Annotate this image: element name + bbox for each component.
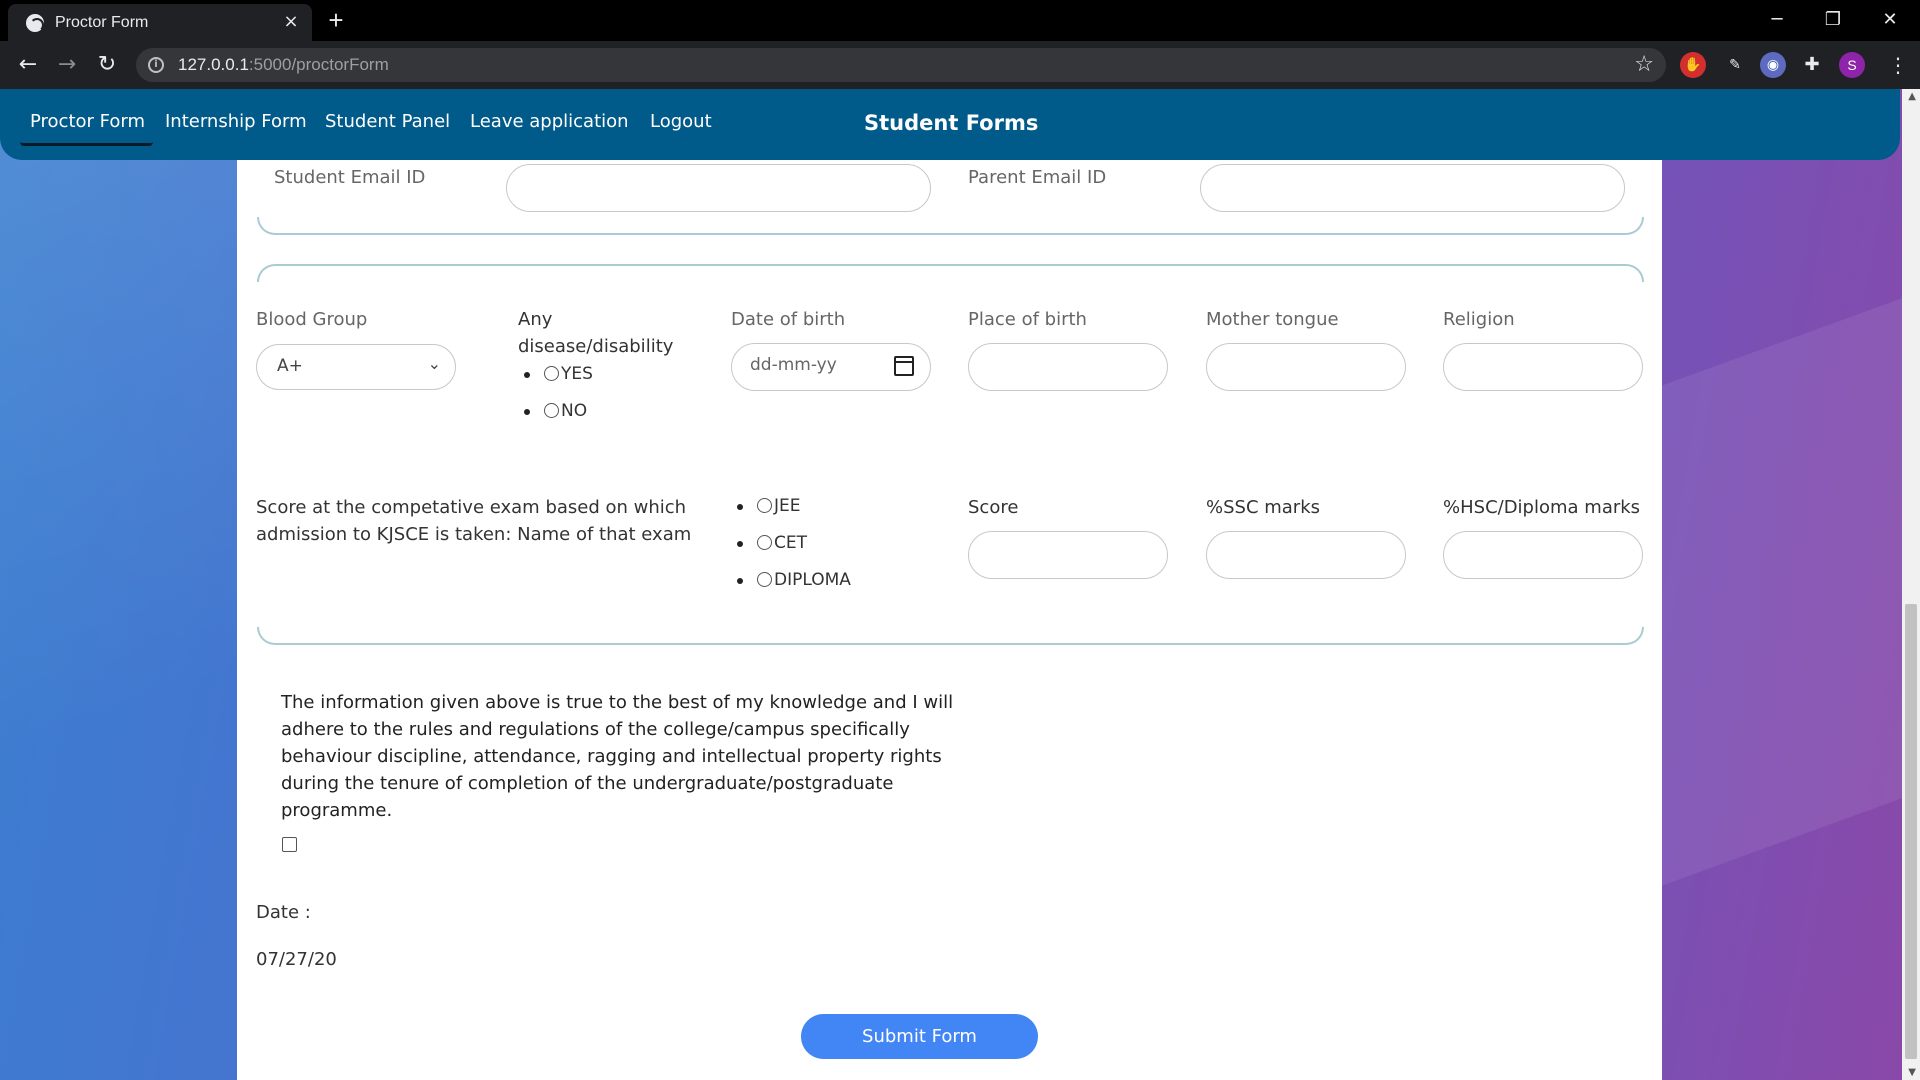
place-of-birth-label: Place of birth [968,309,1087,330]
radio-button[interactable] [757,498,772,513]
forward-icon[interactable]: → [53,51,81,79]
radio-button[interactable] [544,403,559,418]
close-window-icon[interactable]: ✕ [1870,6,1910,34]
active-nav-indicator [20,142,153,146]
browser-tab[interactable]: Proctor Form × [8,4,312,41]
back-icon[interactable]: ← [14,51,42,79]
ssc-field[interactable] [1206,531,1406,579]
new-tab-button[interactable]: + [322,7,350,35]
restore-icon[interactable]: ❐ [1813,6,1853,34]
parent-email-label: Parent Email ID [968,167,1107,188]
radio-button[interactable] [757,572,772,587]
disease-label: Any disease/disability [518,309,674,357]
declaration-text: The information given above is true to t… [281,692,954,821]
ssc-label: %SSC marks [1206,497,1321,518]
calendar-icon[interactable] [894,356,914,376]
nav-student-panel[interactable]: Student Panel [325,111,450,132]
dob-field[interactable]: dd-mm-yy [731,343,931,391]
radio-button[interactable] [757,535,772,550]
declaration-checkbox[interactable] [282,837,297,852]
page-title: Student Forms [864,111,1039,135]
page-viewport: Student Email ID Parent Email ID Blood G… [0,89,1920,1080]
date-label: Date : [256,902,311,923]
nav-proctor-form[interactable]: Proctor Form [30,111,145,132]
parent-email-field[interactable] [1200,164,1625,212]
blood-group-label: Blood Group [256,309,368,330]
mother-tongue-field[interactable] [1206,343,1406,391]
exam-label: Score at the competative exam based on w… [256,497,692,545]
scrollbar[interactable]: ▲ ▼ [1902,89,1920,1080]
pen-extension-icon[interactable]: ✎ [1722,52,1748,78]
extension-icon[interactable]: ◉ [1760,52,1786,78]
fieldset-border [257,264,1644,282]
date-value: 07/27/20 [256,949,337,970]
background-shape [1660,291,1920,887]
tab-title: Proctor Form [55,14,149,31]
score-field[interactable] [968,531,1168,579]
student-email-label: Student Email ID [274,167,426,188]
form-card: Student Email ID Parent Email ID Blood G… [237,89,1662,1080]
bookmark-star-icon[interactable]: ☆ [1634,52,1654,77]
dob-label: Date of birth [731,309,846,330]
chevron-down-icon: ⌄ [427,354,441,373]
minimize-icon[interactable]: ─ [1757,6,1797,34]
avatar[interactable]: S [1839,52,1865,78]
nav-internship-form[interactable]: Internship Form [165,111,307,132]
scroll-thumb[interactable] [1905,604,1917,1059]
browser-toolbar: ← → ↻ i 127.0.0.1:5000/proctorForm ☆ ✋ ✎… [0,41,1920,89]
blood-group-select[interactable]: A+ ⌄ [256,344,456,390]
extension-icon[interactable]: ✋ [1680,52,1706,78]
religion-label: Religion [1443,309,1515,330]
nav-leave-application[interactable]: Leave application [470,111,629,132]
close-tab-icon[interactable]: × [280,11,302,33]
globe-icon [26,14,44,32]
info-icon[interactable]: i [148,57,164,73]
reload-icon[interactable]: ↻ [93,51,121,79]
submit-button[interactable]: Submit Form [801,1014,1038,1059]
fieldset-border [257,217,1644,235]
score-label: Score [968,497,1019,518]
url-text: 127.0.0.1:5000/proctorForm [178,55,389,74]
mother-tongue-label: Mother tongue [1206,309,1339,330]
hsc-field[interactable] [1443,531,1643,579]
browser-tabbar: Proctor Form × + ─ ❐ ✕ [0,0,1920,41]
menu-icon[interactable]: ⋮ [1888,51,1908,79]
place-of-birth-field[interactable] [968,343,1168,391]
radio-button[interactable] [544,366,559,381]
nav-logout[interactable]: Logout [650,111,712,132]
top-navbar: Proctor Form Internship Form Student Pan… [0,89,1900,160]
address-bar[interactable]: i 127.0.0.1:5000/proctorForm ☆ [136,48,1666,82]
student-email-field[interactable] [506,164,931,212]
scroll-up-icon[interactable]: ▲ [1908,91,1916,102]
hsc-label: %HSC/Diploma marks [1443,497,1641,518]
scroll-down-icon[interactable]: ▼ [1908,1067,1916,1078]
puzzle-icon[interactable]: ✚ [1799,52,1825,78]
fieldset-border [257,627,1644,645]
religion-field[interactable] [1443,343,1643,391]
